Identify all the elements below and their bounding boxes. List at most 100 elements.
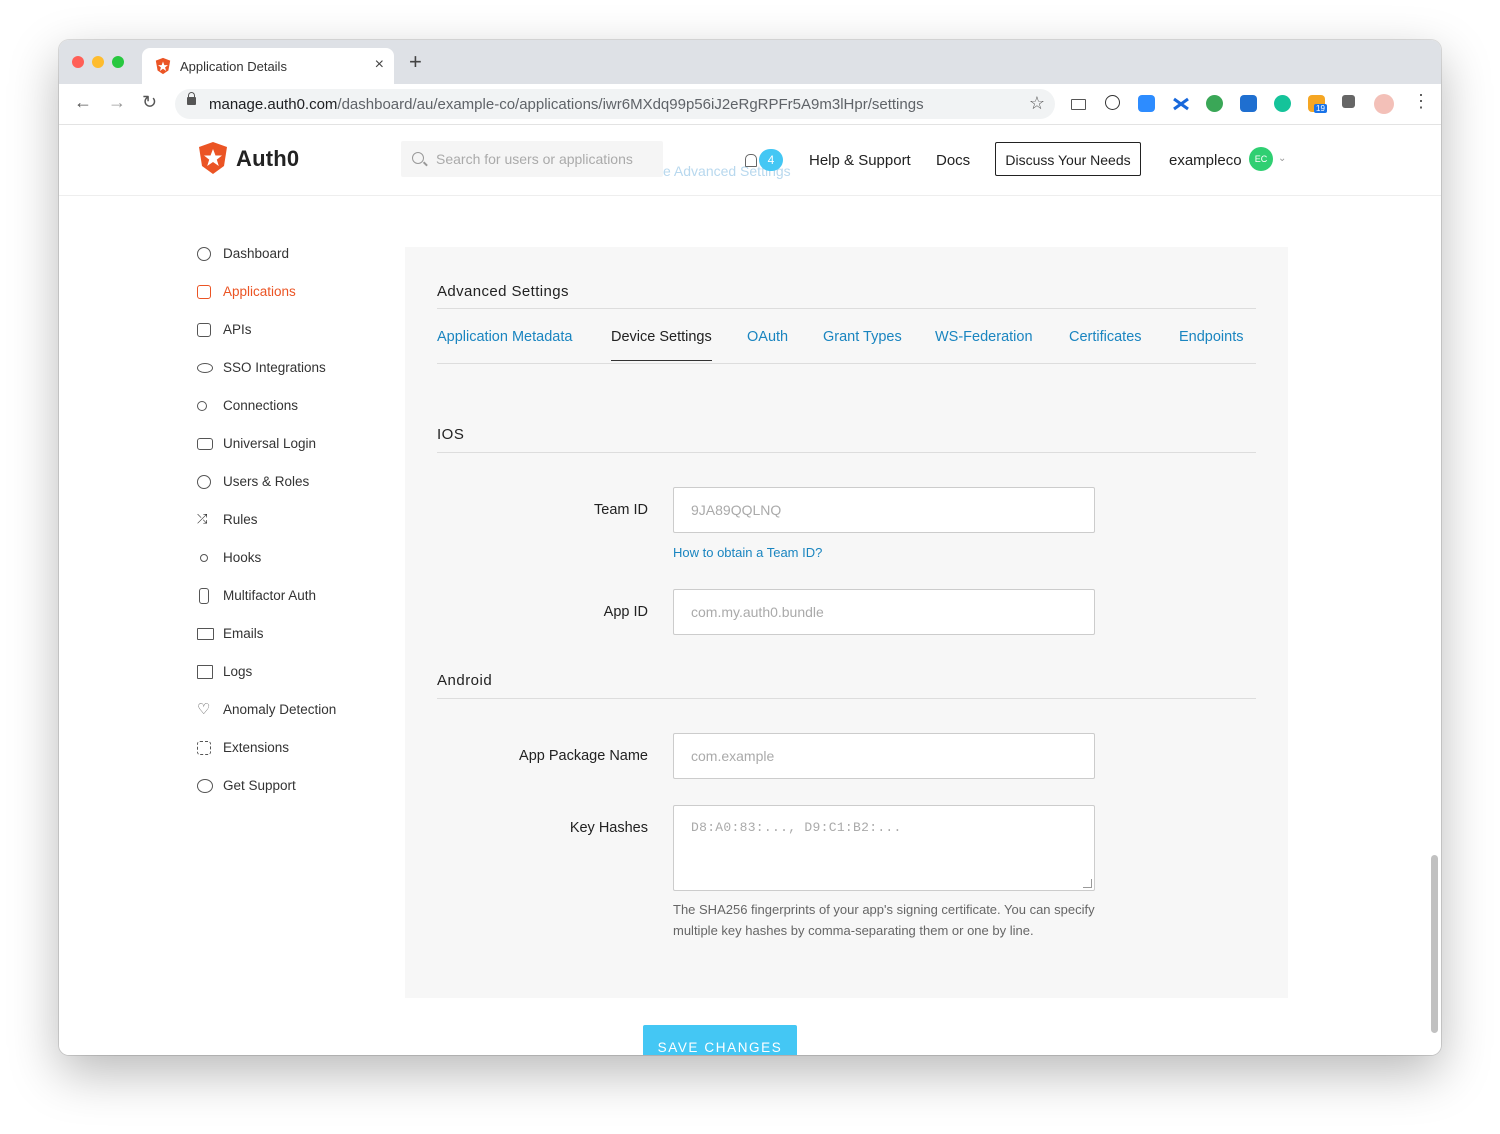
app-package-name-placeholder: com.example: [691, 748, 775, 764]
tab-title: Application Details: [180, 59, 287, 74]
sidebar-item-sso-integrations[interactable]: SSO Integrations: [195, 353, 395, 391]
sidebar-item-extensions[interactable]: Extensions: [195, 733, 395, 771]
team-id-help-link[interactable]: How to obtain a Team ID?: [673, 545, 822, 560]
app-id-label: App ID: [603, 604, 648, 620]
auth0-logo-icon[interactable]: [195, 140, 231, 176]
book-icon: [197, 665, 213, 679]
confluence-icon[interactable]: [1172, 95, 1189, 112]
puzzle-extensions-icon[interactable]: [1342, 95, 1355, 108]
ios-heading: IOS: [437, 426, 465, 443]
tab-certificates[interactable]: Certificates: [1069, 329, 1142, 345]
sidebar-item-label: SSO Integrations: [223, 360, 326, 375]
sidebar-item-label: Applications: [223, 284, 296, 299]
resize-handle-icon[interactable]: [1083, 879, 1092, 888]
mail-icon: [197, 628, 214, 640]
team-id-input[interactable]: 9JA89QQLNQ: [673, 487, 1095, 533]
back-icon[interactable]: ←: [74, 92, 92, 113]
login-icon: [197, 438, 213, 450]
sidebar-item-label: Dashboard: [223, 246, 290, 261]
sidebar-item-applications[interactable]: Applications: [195, 277, 395, 315]
shuffle-icon: ⤮: [197, 511, 208, 526]
sidebar-item-label: Users & Roles: [223, 474, 310, 489]
dashboard-icon: [197, 247, 211, 261]
zoom-extension-icon[interactable]: [1138, 95, 1155, 112]
applications-icon: [197, 285, 211, 299]
browser-menu-icon[interactable]: ⋮: [1412, 91, 1430, 112]
url-host: manage.auth0.com: [209, 96, 338, 113]
search-input[interactable]: Search for users or applications: [401, 141, 663, 177]
minimize-window-button[interactable]: [92, 56, 104, 68]
app-package-name-label: App Package Name: [519, 748, 648, 764]
sidebar-item-dashboard[interactable]: Dashboard: [195, 239, 395, 277]
hooks-icon: [200, 554, 208, 562]
cast-icon[interactable]: [1071, 99, 1086, 110]
sidebar-item-rules[interactable]: ⤮ Rules: [195, 505, 395, 543]
sidebar-item-emails[interactable]: Emails: [195, 619, 395, 657]
address-bar[interactable]: manage.auth0.com/dashboard/au/example-co…: [175, 89, 1055, 119]
shield-check-icon[interactable]: [1206, 95, 1223, 112]
lock-icon: [187, 92, 196, 105]
tab-endpoints[interactable]: Endpoints: [1179, 329, 1244, 345]
browser-tab[interactable]: Application Details ×: [142, 48, 394, 84]
sidebar-item-label: Logs: [223, 664, 253, 679]
rss-badge: 19: [1314, 104, 1327, 113]
share-icon: [197, 401, 207, 411]
sidebar-item-connections[interactable]: Connections: [195, 391, 395, 429]
page-scrollbar[interactable]: [1431, 855, 1438, 1033]
rss-icon[interactable]: 19: [1308, 95, 1327, 113]
notification-badge[interactable]: 4: [759, 149, 783, 171]
brand-name[interactable]: Auth0: [236, 146, 299, 172]
sidebar-item-logs[interactable]: Logs: [195, 657, 395, 695]
top-navbar: Auth0 Search for users or applications e…: [59, 125, 1441, 196]
divider: [437, 363, 1256, 364]
tab-strip: Application Details × +: [59, 40, 1441, 84]
maximize-window-button[interactable]: [112, 56, 124, 68]
sidebar-item-apis[interactable]: APIs: [195, 315, 395, 353]
sidebar-item-get-support[interactable]: Get Support: [195, 771, 395, 809]
close-window-button[interactable]: [72, 56, 84, 68]
key-hashes-label: Key Hashes: [569, 820, 648, 836]
password-manager-icon[interactable]: [1105, 95, 1120, 110]
apis-icon: [197, 323, 211, 337]
grammarly-icon[interactable]: [1274, 95, 1291, 112]
sidebar-item-anomaly-detection[interactable]: ♡ Anomaly Detection: [195, 695, 395, 733]
divider: [437, 698, 1256, 699]
discuss-needs-button[interactable]: Discuss Your Needs: [995, 142, 1141, 176]
tab-grant-types[interactable]: Grant Types: [823, 329, 902, 345]
bell-icon[interactable]: [745, 154, 757, 167]
tab-close-icon[interactable]: ×: [375, 56, 384, 74]
avatar[interactable]: EC: [1249, 147, 1273, 171]
team-id-label: Team ID: [594, 502, 648, 518]
sidebar-item-universal-login[interactable]: Universal Login: [195, 429, 395, 467]
help-support-link[interactable]: Help & Support: [809, 152, 911, 169]
tab-ws-federation[interactable]: WS-Federation: [935, 329, 1033, 345]
new-tab-button[interactable]: +: [409, 51, 422, 73]
chevron-down-icon[interactable]: ⌄: [1278, 153, 1286, 164]
sidebar-item-multifactor-auth[interactable]: Multifactor Auth: [195, 581, 395, 619]
sidebar-item-label: APIs: [223, 322, 252, 337]
key-hashes-textarea[interactable]: D8:A0:83:..., D9:C1:B2:...: [673, 805, 1095, 891]
app-package-name-input[interactable]: com.example: [673, 733, 1095, 779]
reload-icon[interactable]: ↻: [142, 92, 157, 113]
save-changes-button[interactable]: SAVE CHANGES: [643, 1025, 797, 1055]
tab-application-metadata[interactable]: Application Metadata: [437, 329, 572, 345]
tab-oauth[interactable]: OAuth: [747, 329, 788, 345]
forward-icon[interactable]: →: [108, 92, 126, 113]
app-id-input[interactable]: com.my.auth0.bundle: [673, 589, 1095, 635]
profile-avatar-icon[interactable]: [1374, 94, 1394, 114]
url-text: manage.auth0.com/dashboard/au/example-co…: [209, 96, 924, 113]
sidebar-item-users-roles[interactable]: Users & Roles: [195, 467, 395, 505]
heart-icon: ♡: [197, 701, 211, 718]
key-hashes-placeholder: D8:A0:83:..., D9:C1:B2:...: [691, 820, 902, 835]
s-extension-icon[interactable]: [1240, 95, 1257, 112]
sidebar-item-label: Multifactor Auth: [223, 588, 317, 603]
tab-device-settings[interactable]: Device Settings: [611, 329, 712, 361]
bookmark-star-icon[interactable]: ☆: [1029, 93, 1045, 114]
docs-link[interactable]: Docs: [936, 152, 970, 169]
account-name[interactable]: exampleco: [1169, 152, 1242, 169]
sidebar-item-hooks[interactable]: Hooks: [195, 543, 395, 581]
browser-window: Application Details × + ← → ↻ manage.aut…: [59, 40, 1441, 1055]
url-path: /dashboard/au/example-co/applications/iw…: [337, 96, 924, 113]
search-placeholder: Search for users or applications: [436, 151, 633, 167]
section-title: Advanced Settings: [437, 283, 569, 300]
